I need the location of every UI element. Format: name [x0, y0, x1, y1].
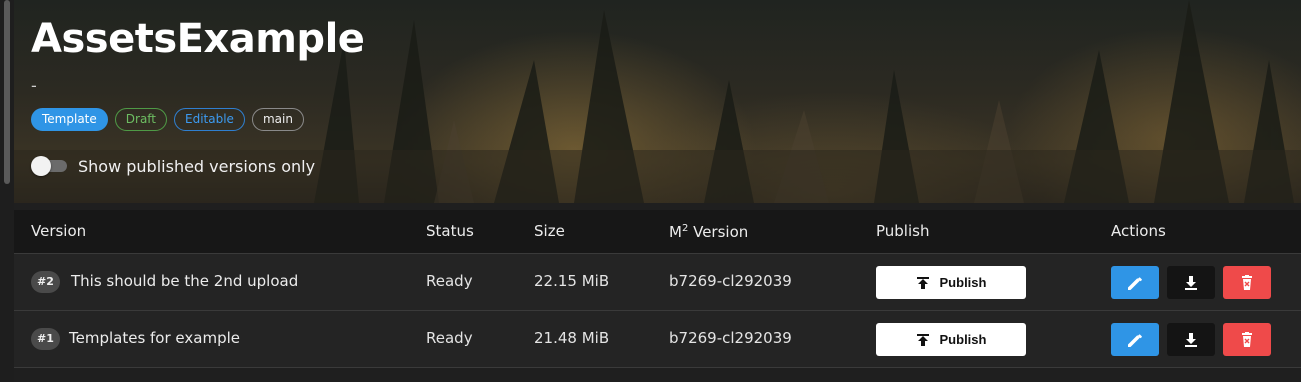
download-button[interactable] [1167, 266, 1215, 299]
page-scrollbar[interactable] [0, 0, 14, 382]
delete-button[interactable] [1223, 266, 1271, 299]
trash-icon [1242, 331, 1252, 347]
version-name: Templates for example [69, 329, 240, 347]
version-name: This should be the 2nd upload [71, 272, 299, 290]
size-text: 21.48 MiB [534, 329, 610, 347]
draft-badge: Draft [114, 108, 168, 131]
table-header: Version Status Size M2 Version Publish A… [14, 210, 1301, 254]
table-row[interactable]: #2 This should be the 2nd upload Ready 2… [14, 254, 1301, 311]
m2-label-base: M [669, 223, 682, 241]
published-only-toggle[interactable] [31, 156, 67, 176]
pencil-icon [1128, 276, 1142, 290]
m2-version-text: b7269-cl292039 [669, 329, 792, 347]
publish-label: Publish [939, 332, 987, 347]
page-subtitle: - [31, 76, 37, 95]
template-badge: Template [31, 108, 108, 131]
pencil-icon [1128, 333, 1142, 347]
column-header-version: Version [31, 222, 87, 240]
m2-label-rest: Version [688, 223, 749, 241]
column-header-actions: Actions [1111, 222, 1166, 240]
versions-table: Version Status Size M2 Version Publish A… [14, 203, 1301, 382]
upload-icon [916, 276, 929, 289]
size-text: 22.15 MiB [534, 272, 610, 290]
download-icon [1185, 275, 1197, 290]
publish-button[interactable]: Publish [876, 266, 1026, 299]
header-banner: AssetsExample - Template Draft Editable … [14, 0, 1301, 203]
editable-badge: Editable [174, 108, 245, 131]
toggle-knob [31, 156, 51, 176]
trash-icon [1242, 274, 1252, 290]
m2-version-text: b7269-cl292039 [669, 272, 792, 290]
page-title: AssetsExample [31, 16, 365, 62]
version-number-badge: #1 [31, 328, 60, 350]
publish-button[interactable]: Publish [876, 323, 1026, 356]
edit-button[interactable] [1111, 323, 1159, 356]
column-header-m2-version: M2 Version [669, 223, 748, 241]
delete-button[interactable] [1223, 323, 1271, 356]
version-number-badge: #2 [31, 271, 60, 293]
table-row[interactable]: #1 Templates for example Ready 21.48 MiB… [14, 311, 1301, 368]
scrollbar-thumb[interactable] [4, 0, 10, 184]
column-header-publish: Publish [876, 222, 930, 240]
edit-button[interactable] [1111, 266, 1159, 299]
badge-list: Template Draft Editable main [31, 108, 304, 131]
publish-label: Publish [939, 275, 987, 290]
upload-icon [916, 333, 929, 346]
branch-badge: main [251, 108, 304, 131]
published-only-toggle-row: Show published versions only [31, 156, 315, 176]
download-button[interactable] [1167, 323, 1215, 356]
toggle-label: Show published versions only [78, 156, 316, 176]
status-text: Ready [426, 329, 473, 347]
status-text: Ready [426, 272, 473, 290]
download-icon [1185, 332, 1197, 347]
column-header-status: Status [426, 222, 474, 240]
column-header-size: Size [534, 222, 565, 240]
